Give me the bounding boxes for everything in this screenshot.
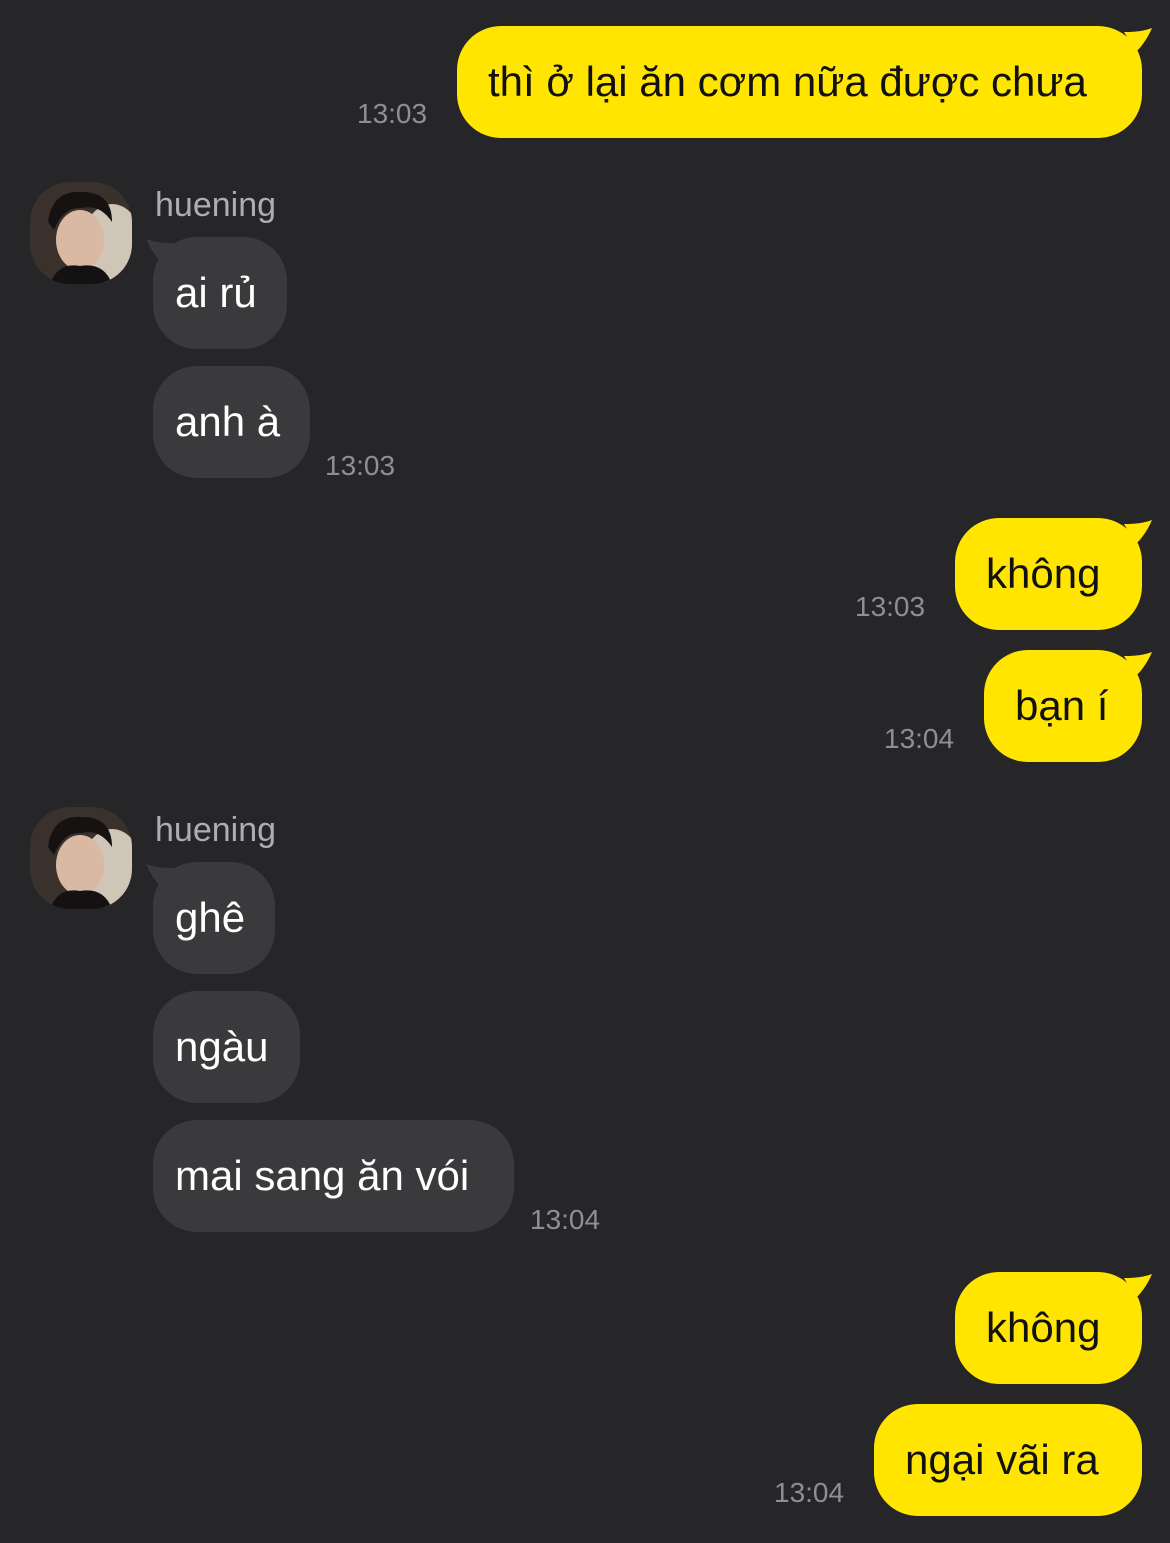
contact-avatar[interactable] <box>30 182 132 284</box>
message-timestamp: 13:03 <box>855 591 926 622</box>
outgoing-message-bubble[interactable]: không <box>955 1272 1142 1384</box>
outgoing-message-bubble[interactable]: không <box>955 518 1142 630</box>
message-text: mai sang ăn vói <box>175 1152 470 1199</box>
outgoing-message-bubble[interactable]: bạn í <box>984 650 1142 762</box>
incoming-message-bubble[interactable]: ngàu <box>153 991 300 1103</box>
message-text: không <box>986 1304 1101 1351</box>
contact-name: huening <box>155 186 277 224</box>
message-timestamp: 13:04 <box>530 1204 601 1235</box>
incoming-message-bubble[interactable]: mai sang ăn vói <box>153 1120 514 1232</box>
bubble-tail-icon <box>1124 652 1152 676</box>
message-timestamp: 13:04 <box>884 723 955 754</box>
message-timestamp: 13:03 <box>325 450 396 481</box>
message-text: anh à <box>175 398 281 445</box>
incoming-message-bubble[interactable]: anh à <box>153 366 310 478</box>
message-text: thì ở lại ăn cơm nữa được chưa <box>488 58 1087 105</box>
message-text: ai rủ <box>175 269 257 316</box>
bubble-tail-icon <box>1124 1274 1152 1298</box>
bubble-tail-icon <box>146 864 174 888</box>
bubble-tail-icon <box>1124 520 1152 544</box>
message-timestamp: 13:04 <box>774 1477 845 1508</box>
message-timestamp: 13:03 <box>357 98 428 129</box>
avatar-photo-icon <box>30 182 132 284</box>
message-text: ngại vãi ra <box>905 1436 1099 1483</box>
outgoing-message-bubble[interactable]: thì ở lại ăn cơm nữa được chưa <box>457 26 1142 138</box>
contact-name: huening <box>155 811 277 849</box>
message-text: bạn í <box>1015 682 1109 729</box>
outgoing-message-bubble[interactable]: ngại vãi ra <box>874 1404 1142 1516</box>
bubble-tail-icon <box>146 239 174 263</box>
contact-avatar[interactable] <box>30 807 132 909</box>
avatar-photo-icon <box>30 807 132 909</box>
message-text: không <box>986 550 1101 597</box>
message-text: ghê <box>175 894 246 941</box>
bubble-tail-icon <box>1124 28 1152 52</box>
message-text: ngàu <box>175 1023 269 1070</box>
